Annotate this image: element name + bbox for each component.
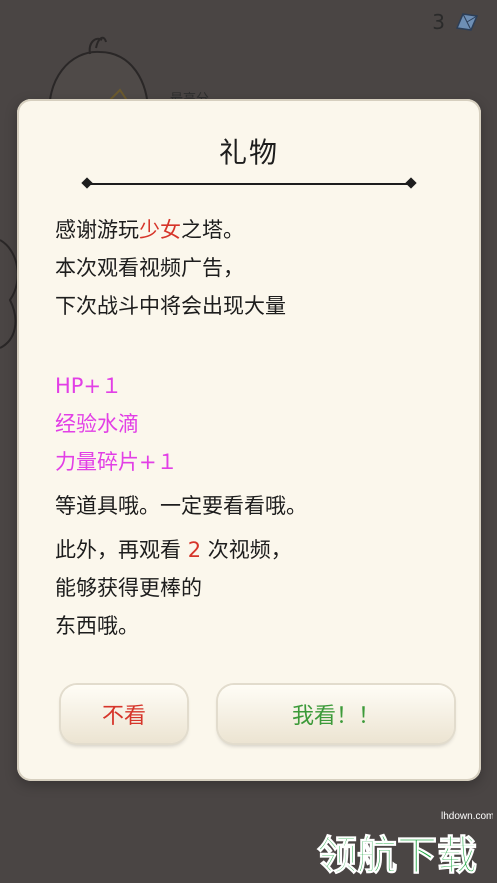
ad-line: 本次观看视频广告，: [55, 256, 244, 280]
thanks-text: 感谢游玩: [55, 218, 139, 242]
thanks-line: 感谢游玩少女之塔。: [55, 211, 455, 249]
watermark-logo: lhdown.com 领航下载: [313, 805, 494, 877]
watermark-text: 领航下载: [317, 833, 477, 877]
video-count: 2: [187, 538, 202, 562]
watch-button[interactable]: 我看！！: [218, 685, 454, 743]
dialog-title: 礼物: [218, 136, 279, 169]
reward-hp: HP+１: [55, 374, 123, 398]
better-line: 能够获得更棒的: [55, 576, 202, 600]
stuff-line: 东西哦。: [55, 614, 139, 638]
title-divider: [87, 183, 411, 185]
extra-suffix: 次视频，: [201, 538, 292, 562]
highlight-text: 少女: [139, 218, 181, 242]
thanks-suffix: 之塔。: [181, 218, 244, 242]
reward-power-shard: 力量碎片+１: [55, 450, 178, 474]
items-line: 等道具哦。一定要看看哦。: [55, 494, 307, 518]
decline-button[interactable]: 不看: [61, 685, 187, 743]
gem-counter: 3: [432, 10, 479, 34]
gift-dialog: 礼物 感谢游玩少女之塔。 本次观看视频广告， 下次战斗中将会出现大量 HP+１ …: [17, 99, 481, 781]
extra-line: 此外，再观看 2 次视频，: [55, 531, 455, 569]
battle-line: 下次战斗中将会出现大量: [55, 294, 286, 318]
reward-exp-drop: 经验水滴: [55, 412, 139, 436]
gem-count: 3: [432, 10, 445, 34]
watermark-site: lhdown.com: [441, 811, 493, 822]
dialog-body: 感谢游玩少女之塔。 本次观看视频广告， 下次战斗中将会出现大量 HP+１ 经验水…: [55, 211, 455, 645]
blue-crystal-icon: [453, 12, 479, 32]
extra-text: 此外，再观看: [55, 538, 188, 562]
